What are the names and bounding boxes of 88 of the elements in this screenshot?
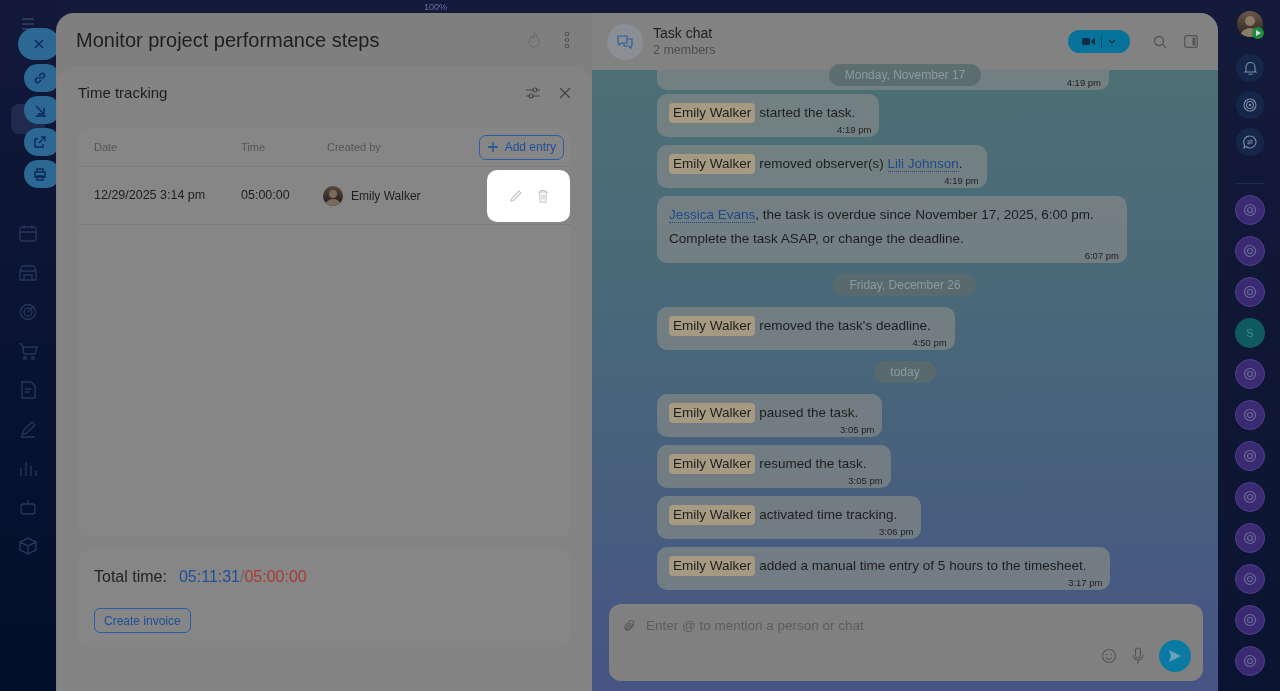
- external-link-icon: [33, 135, 47, 149]
- message-time: 4:19 pm: [1066, 77, 1101, 88]
- chat-arrows-icon: [1243, 135, 1257, 149]
- message-time: 3:06 pm: [879, 526, 914, 537]
- edit-icon[interactable]: [508, 188, 523, 203]
- author-tag[interactable]: Emily Walker: [669, 403, 756, 423]
- zoom-level: 100%: [424, 3, 448, 12]
- spiral-icon: [1243, 531, 1257, 545]
- close-icon: [32, 37, 46, 51]
- spiral-icon: [1243, 408, 1257, 422]
- author-tag[interactable]: Emily Walker: [669, 316, 756, 336]
- user-avatar: [323, 185, 343, 206]
- emoji-icon[interactable]: [1101, 648, 1117, 665]
- chat-avatar[interactable]: [1235, 523, 1265, 553]
- table-cell-text: Emily Walker: [351, 187, 422, 205]
- message-time: 4:19 pm: [837, 124, 872, 135]
- message-time: 4:19 pm: [944, 175, 979, 186]
- author-tag[interactable]: Emily Walker: [669, 556, 756, 576]
- message-text: activated time tracking.: [759, 507, 898, 522]
- settings-icon[interactable]: [525, 85, 541, 101]
- message-text: removed observer(s) Lili Johnson.: [759, 156, 963, 172]
- task-title: Monitor project performance steps: [76, 27, 381, 53]
- chat-bubbles-icon: [616, 33, 634, 50]
- spiral-icon: [1243, 490, 1257, 504]
- spiral-icon: [1243, 244, 1257, 258]
- chat-avatar[interactable]: [1235, 359, 1265, 389]
- message-text: added a manual time entry of 5 hours to the timesheet.: [759, 558, 1087, 573]
- spiral-icon: [1243, 285, 1257, 299]
- camera-icon: [1082, 37, 1095, 46]
- message-time: 3:05 pm: [840, 424, 875, 435]
- chat-avatar[interactable]: [1235, 441, 1265, 471]
- author-tag[interactable]: Emily Walker: [669, 103, 756, 123]
- chat-avatar[interactable]: [1235, 236, 1265, 266]
- spiral-icon: [1243, 203, 1257, 217]
- microphone-icon[interactable]: [1132, 647, 1144, 666]
- chat-avatar[interactable]: [1235, 646, 1265, 676]
- chat-avatar[interactable]: [1235, 195, 1265, 225]
- chat-avatar[interactable]: [1235, 482, 1265, 512]
- spiral-icon: [1243, 449, 1257, 463]
- chat-avatar[interactable]: [1235, 605, 1265, 635]
- spiral-icon: [1243, 613, 1257, 627]
- printer-icon: [33, 167, 47, 181]
- author-tag[interactable]: Emily Walker: [669, 505, 756, 525]
- search-icon[interactable]: [1153, 34, 1167, 49]
- more-icon[interactable]: [564, 30, 570, 49]
- panel-title: Time tracking: [78, 82, 169, 103]
- spiral-icon: [1243, 572, 1257, 586]
- message-text: resumed the task.: [759, 456, 867, 471]
- paperclip-icon[interactable]: [623, 619, 636, 634]
- table-cell-text: 12/29/2025 3:14 pm: [94, 187, 207, 205]
- author-tag[interactable]: Emily Walker: [669, 454, 756, 474]
- message-text: Jessica Evans, the task is overdue since November 17, 2025, 6:00 pm. Complete the task ASAP, or change the deadline.: [669, 207, 1094, 246]
- chat-title: Task chat: [653, 24, 714, 42]
- total-label: Total time:: [94, 567, 167, 587]
- message-text: paused the task.: [759, 405, 859, 420]
- box-icon[interactable]: [18, 536, 38, 556]
- messages-button[interactable]: [1236, 128, 1264, 156]
- close-icon[interactable]: [559, 87, 571, 99]
- message-text: removed the task's deadline.: [759, 318, 931, 333]
- chat-avatar[interactable]: [1235, 277, 1265, 307]
- chat-avatar[interactable]: [1235, 564, 1265, 594]
- message-text: started the task.: [759, 105, 856, 120]
- arrow-down-icon: [33, 103, 47, 117]
- author-tag[interactable]: Emily Walker: [669, 154, 756, 174]
- bell-icon: [1243, 61, 1257, 75]
- message-time: 3:05 pm: [848, 475, 883, 486]
- send-button[interactable]: [1159, 640, 1191, 673]
- spent-time: 05:11:31: [178, 567, 240, 587]
- time-separator: /: [240, 567, 245, 587]
- spiral-icon: [1243, 98, 1257, 112]
- caret-icon: [1108, 39, 1116, 44]
- message-time: 6:07 pm: [1084, 250, 1119, 261]
- copilot-button[interactable]: [1236, 91, 1264, 119]
- table-cell-text: 05:00:00: [241, 187, 291, 205]
- spiral-icon: [1243, 654, 1257, 668]
- video-call-button[interactable]: [1068, 30, 1130, 53]
- link-icon: [33, 71, 47, 85]
- chat-avatar[interactable]: [1235, 400, 1265, 430]
- spiral-icon: [1243, 367, 1257, 381]
- planned-time: 05:00:00: [244, 567, 307, 587]
- trash-icon[interactable]: [536, 188, 549, 203]
- pen-icon[interactable]: [18, 419, 38, 439]
- send-icon: [1168, 649, 1182, 664]
- message-time: 4:50 pm: [912, 337, 947, 348]
- notifications-button[interactable]: [1236, 54, 1264, 82]
- plus-icon: [486, 141, 499, 153]
- message-time: 3:17 pm: [1068, 577, 1103, 588]
- panel-icon[interactable]: [1184, 35, 1198, 48]
